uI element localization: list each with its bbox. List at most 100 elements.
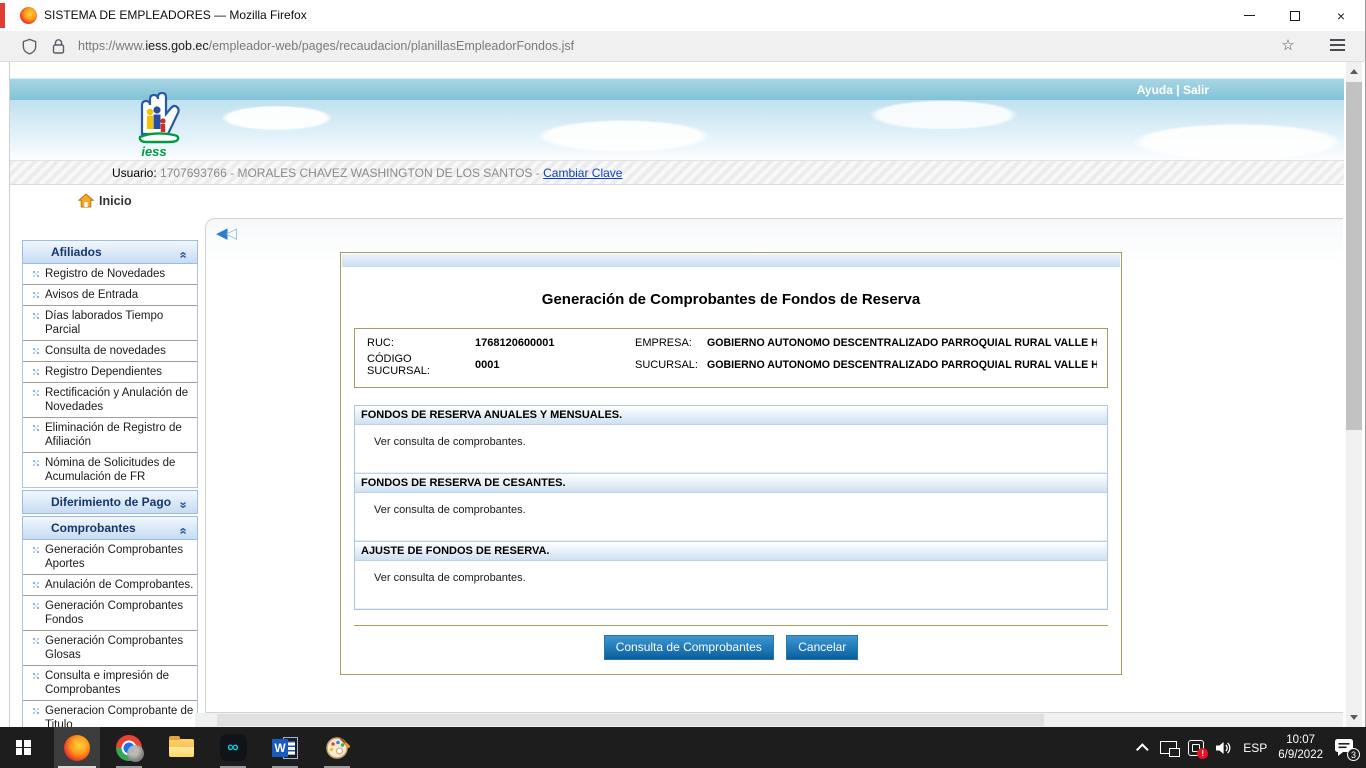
sidebar-item-registro-novedades[interactable]: Registro de Novedades: [23, 264, 197, 284]
bullet-icon: [28, 580, 45, 593]
sidebar-item-dias-laborados[interactable]: Días laborados Tiempo Parcial: [23, 305, 197, 340]
bullet-icon: [28, 636, 45, 663]
sidebar-item-label: Generacion Comprobante de Titulo: [45, 703, 195, 727]
sidebar-item-label: Registro de Novedades: [45, 266, 195, 282]
ayuda-link[interactable]: Ayuda: [1137, 83, 1173, 97]
folder-icon: [169, 739, 194, 757]
codigo-sucursal-value: 0001: [475, 359, 635, 371]
user-bar: Usuario: 1707693766 - MORALES CHAVEZ WAS…: [10, 160, 1344, 185]
window-title: SISTEMA DE EMPLEADORES — Mozilla Firefox: [44, 0, 307, 31]
section-cesantes: FONDOS DE RESERVA DE CESANTES. Ver consu…: [355, 473, 1107, 541]
speaker-icon[interactable]: [1215, 740, 1232, 756]
codigo-sucursal-label: CÓDIGO SUCURSAL:: [367, 353, 475, 377]
bullet-icon: [28, 388, 45, 415]
system-tray: ! ESP 10:07 6/9/2022 3: [1140, 733, 1366, 763]
sidebar-item-generacion-aportes[interactable]: Generación Comprobantes Aportes: [23, 540, 197, 574]
tray-expand-icon[interactable]: [1136, 743, 1149, 756]
sidebar-item-label: Días laborados Tiempo Parcial: [45, 308, 195, 338]
sidebar-item-label: Anulación de Comprobantes.: [45, 577, 195, 593]
lock-icon[interactable]: [51, 38, 66, 55]
sidebar-item-generacion-fondos[interactable]: Generación Comprobantes Fondos: [23, 595, 197, 630]
sidebar-item-label: Consulta e impresión de Comprobantes: [45, 668, 195, 698]
minimize-icon: [1244, 15, 1255, 16]
sidebar-item-label: Generación Comprobantes Aportes: [45, 542, 195, 572]
paint-icon: [325, 736, 350, 760]
taskbar-chrome[interactable]: [106, 727, 152, 768]
collapse-sidebar-icon[interactable]: ◀◁: [216, 224, 235, 242]
sidebar-item-consulta-impresion[interactable]: Consulta e impresión de Comprobantes: [23, 665, 197, 700]
salir-link[interactable]: Salir: [1183, 83, 1209, 97]
sidebar-item-rectificacion[interactable]: Rectificación y Anulación de Novedades: [23, 382, 197, 417]
hamburger-menu-icon[interactable]: [1330, 44, 1345, 46]
sidebar-item-label: Rectificación y Anulación de Novedades: [45, 385, 195, 415]
dash: -: [230, 166, 234, 180]
dialog-footer: Consulta de Comprobantes Cancelar: [354, 625, 1108, 660]
chevron-up-icon: «: [172, 251, 194, 258]
shield-permissions-icon[interactable]: [21, 38, 38, 55]
scroll-up-arrow[interactable]: [1350, 69, 1358, 74]
taskbar-clock[interactable]: 10:07 6/9/2022: [1278, 733, 1323, 763]
notification-count-badge: 3: [1347, 748, 1360, 761]
notification-center-icon[interactable]: 3: [1334, 738, 1356, 758]
cancelar-button[interactable]: Cancelar: [786, 635, 858, 660]
ruc-value: 1768120600001: [475, 337, 635, 349]
taskbar-webex[interactable]: ∞: [210, 727, 256, 768]
ruc-label: RUC:: [367, 337, 475, 349]
scroll-down-arrow[interactable]: [1350, 715, 1358, 720]
maximize-button[interactable]: [1272, 0, 1318, 31]
sidebar-item-registro-dependientes[interactable]: Registro Dependientes: [23, 361, 197, 382]
minimize-button[interactable]: [1226, 0, 1272, 31]
fondos-reserva-dialog: Generación de Comprobantes de Fondos de …: [340, 252, 1122, 675]
url-path: /empleador-web/pages/recaudacion/planill…: [209, 39, 575, 53]
title-bar: SISTEMA DE EMPLEADORES — Mozilla Firefox…: [0, 0, 1366, 31]
section-header: FONDOS DE RESERVA DE CESANTES.: [355, 473, 1107, 493]
cambiar-clave-link[interactable]: Cambiar Clave: [543, 166, 622, 180]
top-banner: Ayuda | Salir: [10, 78, 1344, 100]
language-indicator[interactable]: ESP: [1243, 741, 1267, 755]
consulta-comprobantes-button[interactable]: Consulta de Comprobantes: [604, 635, 774, 660]
vertical-scrollbar[interactable]: [1346, 62, 1362, 727]
usuario-name: MORALES CHAVEZ WASHINGTON DE LOS SANTOS: [237, 166, 532, 180]
taskbar-file-explorer[interactable]: [158, 727, 204, 768]
sidebar-item-label: Consulta de novedades: [45, 343, 195, 359]
network-icon[interactable]: [1160, 741, 1177, 754]
sidebar-item-avisos-entrada[interactable]: Avisos de Entrada: [23, 284, 197, 305]
taskbar-firefox[interactable]: [54, 727, 100, 768]
sidebar-item-nomina-solicitudes[interactable]: Nómina de Solicitudes de Acumulación de …: [23, 452, 197, 487]
taskbar-word[interactable]: W: [262, 727, 308, 768]
bullet-icon: [28, 290, 45, 303]
bullet-icon: [28, 269, 45, 282]
bullet-icon: [28, 458, 45, 485]
close-button[interactable]: ×: [1318, 0, 1364, 31]
bullet-icon: [28, 423, 45, 450]
accordion-comprobantes[interactable]: Comprobantes «: [22, 516, 198, 540]
date: 6/9/2022: [1278, 748, 1323, 763]
horizontal-scrollbar-thumb[interactable]: [217, 714, 1044, 726]
company-info-box: RUC: 1768120600001 EMPRESA: GOBIERNO AUT…: [354, 328, 1108, 388]
taskbar-paint[interactable]: [314, 727, 360, 768]
section-body-link[interactable]: Ver consulta de comprobantes.: [355, 493, 1107, 541]
sucursal-value: GOBIERNO AUTONOMO DESCENTRALIZADO PARROQ…: [707, 359, 1097, 371]
security-center-icon[interactable]: !: [1188, 740, 1204, 756]
sidebar-item-eliminacion-registro[interactable]: Eliminación de Registro de Afiliación: [23, 417, 197, 452]
sidebar-item-generacion-titulo[interactable]: Generacion Comprobante de Titulo: [23, 700, 197, 727]
section-body-link[interactable]: Ver consulta de comprobantes.: [355, 425, 1107, 473]
sidebar-item-generacion-glosas[interactable]: Generación Comprobantes Glosas: [23, 630, 197, 665]
page-viewport: Ayuda | Salir iess Usuario: 1707693766 -…: [0, 62, 1366, 727]
accordion-label: Comprobantes: [51, 521, 136, 535]
sidebar-item-anulacion-comprobantes[interactable]: Anulación de Comprobantes.: [23, 574, 197, 595]
home-link[interactable]: Inicio: [78, 193, 132, 208]
accordion-label: Diferimiento de Pago: [51, 495, 171, 509]
section-body-link[interactable]: Ver consulta de comprobantes.: [355, 561, 1107, 609]
bookmark-star-icon[interactable]: ☆: [1273, 31, 1303, 61]
address-bar[interactable]: https://www.iess.gob.ec/empleador-web/pa…: [78, 31, 574, 61]
sky-header: [10, 100, 1344, 160]
accordion-diferimiento[interactable]: Diferimiento de Pago »: [22, 490, 198, 514]
firefox-icon: [20, 7, 37, 24]
sidebar-item-consulta-novedades[interactable]: Consulta de novedades: [23, 340, 197, 361]
vertical-scrollbar-thumb[interactable]: [1346, 82, 1362, 430]
firefox-icon: [64, 735, 90, 761]
accordion-afiliados[interactable]: Afiliados «: [22, 240, 198, 264]
horizontal-scrollbar[interactable]: [195, 713, 1343, 727]
start-button[interactable]: [0, 727, 46, 768]
